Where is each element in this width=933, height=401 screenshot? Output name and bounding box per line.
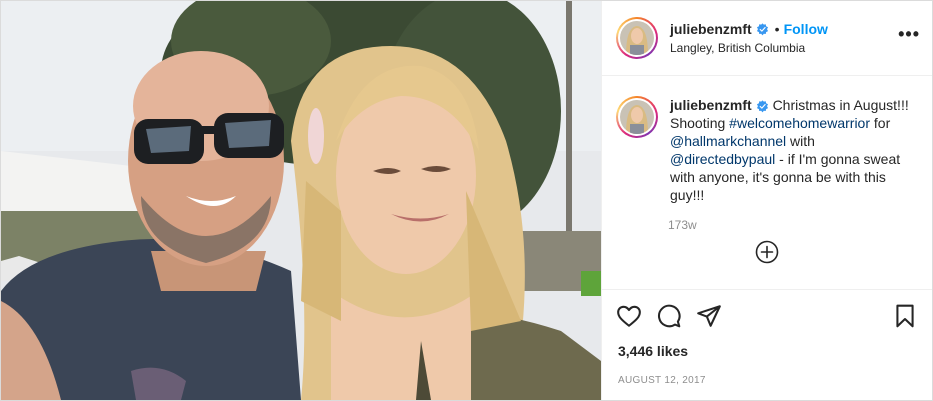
mention-link-hallmark[interactable]: @hallmarkchannel: [670, 133, 786, 149]
post-photo[interactable]: [1, 1, 601, 400]
post-date: August 12, 2017: [618, 375, 706, 386]
instagram-post: juliebenzmft • Follow Langley, British C…: [0, 0, 933, 401]
mention-link-director[interactable]: @directedbypaul: [670, 151, 775, 167]
caption-body-3: with: [786, 133, 815, 149]
header-text: juliebenzmft • Follow Langley, British C…: [670, 21, 898, 55]
comments-area: juliebenzmft Christmas in August!!! Shoo…: [602, 76, 932, 289]
caption-username[interactable]: juliebenzmft: [670, 97, 752, 113]
verified-badge-icon: [756, 22, 768, 35]
heart-icon[interactable]: [616, 303, 642, 329]
selfie-image: [1, 1, 601, 400]
more-options-icon[interactable]: •••: [898, 24, 920, 53]
location-link[interactable]: Langley, British Columbia: [670, 41, 898, 55]
follow-button[interactable]: Follow: [784, 21, 828, 37]
hashtag-link[interactable]: #welcomehomewarrior: [729, 115, 870, 131]
comment-icon[interactable]: [656, 303, 682, 329]
caption-avatar[interactable]: [616, 96, 658, 138]
caption-time-ago: 173w: [668, 218, 697, 232]
verified-badge-icon: [756, 100, 768, 113]
caption-avatar-image: [620, 100, 654, 134]
likes-count[interactable]: 3,446 likes: [602, 343, 932, 359]
plus-circle-icon[interactable]: [755, 240, 779, 264]
caption-body-2: for: [870, 115, 891, 131]
separator-dot: •: [774, 21, 780, 37]
caption-text: juliebenzmft Christmas in August!!! Shoo…: [670, 96, 918, 204]
paper-plane-icon[interactable]: [696, 303, 722, 329]
action-bar: [602, 289, 932, 341]
bookmark-icon[interactable]: [892, 303, 918, 329]
post-header: juliebenzmft • Follow Langley, British C…: [602, 1, 932, 76]
header-username[interactable]: juliebenzmft: [670, 21, 752, 37]
avatar-image: [620, 21, 654, 55]
avatar[interactable]: [616, 17, 658, 59]
post-sidebar: juliebenzmft • Follow Langley, British C…: [601, 1, 932, 400]
caption-row: juliebenzmft Christmas in August!!! Shoo…: [616, 96, 918, 204]
